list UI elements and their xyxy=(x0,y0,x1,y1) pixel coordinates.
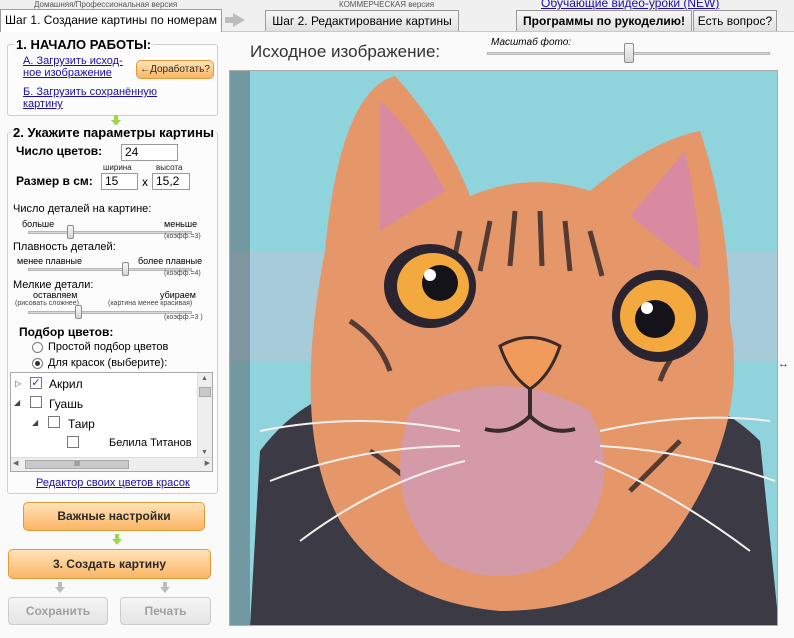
save-button[interactable]: Сохранить xyxy=(8,597,108,625)
load-saved-link[interactable]: Б. Загрузить сохранённую картину xyxy=(23,86,157,110)
radio-paints-label: Для красок (выберите): xyxy=(48,357,168,369)
load-image-line1: А. Загрузить исход- xyxy=(23,55,123,67)
scale-label: Масштаб фото: xyxy=(491,37,572,48)
tree-vscroll-thumb[interactable] xyxy=(199,387,211,397)
colors-count-input[interactable]: 24 xyxy=(121,144,178,161)
tree-checkbox-tair[interactable] xyxy=(48,416,60,428)
times-sign: x xyxy=(142,175,148,189)
home-pro-version-label: Домашняя/Профессиональная версия xyxy=(34,0,178,9)
tree-checkbox-guash[interactable] xyxy=(30,396,42,408)
details-left-label: больше xyxy=(22,219,55,229)
print-button[interactable]: Печать xyxy=(120,597,211,625)
down-arrow-icon xyxy=(55,582,65,593)
height-input[interactable]: 15,2 xyxy=(152,173,190,190)
color-editor-link[interactable]: Редактор своих цветов красок xyxy=(36,477,190,489)
radio-paints[interactable] xyxy=(32,358,43,369)
details-coef: (коэфф.=3) xyxy=(164,233,201,240)
height-label: высота xyxy=(156,163,183,172)
params-title: 2. Укажите параметры картины xyxy=(11,125,216,140)
tree-hscroll-thumb[interactable]: III xyxy=(25,460,129,469)
smooth-coef: (коэфф.=4) xyxy=(164,270,201,277)
expand-icon[interactable]: ▷ xyxy=(15,379,21,388)
tree-checkbox-akril[interactable]: ✓ xyxy=(30,377,42,389)
details-slider-thumb[interactable] xyxy=(67,225,75,239)
smooth-right-label: более плавные xyxy=(138,256,203,266)
load-saved-line2: картину xyxy=(23,98,63,110)
tab-programs[interactable]: Программы по рукоделию! xyxy=(516,10,692,31)
tree-item-titan-white[interactable]: Белила Титанов xyxy=(109,437,192,449)
tree-horizontal-scrollbar[interactable]: ◀ III ▶ xyxy=(11,457,212,471)
scroll-right-icon[interactable]: ▶ xyxy=(205,459,210,467)
scroll-up-icon[interactable]: ▲ xyxy=(201,375,208,382)
tree-vertical-scrollbar[interactable]: ▲ ▼ xyxy=(197,373,212,458)
tree-item-akril[interactable]: Акрил xyxy=(49,377,83,391)
tree-checkbox-titan-white[interactable] xyxy=(67,436,79,448)
down-arrow-icon xyxy=(112,534,122,545)
width-input[interactable]: 15 xyxy=(101,173,138,190)
small-right-label: убираем xyxy=(160,290,196,300)
scale-slider-thumb[interactable] xyxy=(623,43,634,63)
load-saved-line1: Б. Загрузить сохранённую xyxy=(23,86,158,98)
resize-handle-icon[interactable]: ↔ xyxy=(778,358,789,370)
load-image-link[interactable]: А. Загрузить исход- ное изображение xyxy=(23,55,123,79)
radio-simple[interactable] xyxy=(32,342,43,353)
size-label: Размер в см: xyxy=(16,174,93,188)
down-arrow-icon xyxy=(160,582,170,593)
source-image-title: Исходное изображение: xyxy=(250,42,441,61)
small-left-note: (рисовать сложнее) xyxy=(15,300,79,307)
refine-button[interactable]: ←Доработать? xyxy=(136,60,214,79)
small-slider-thumb[interactable] xyxy=(75,305,83,319)
commercial-version-label: КОММЕРЧЕСКАЯ версия xyxy=(339,0,435,9)
important-settings-button[interactable]: Важные настройки xyxy=(23,502,205,531)
scroll-down-icon[interactable]: ▼ xyxy=(201,449,208,456)
colors-count-label: Число цветов: xyxy=(16,144,103,158)
width-label: ширина xyxy=(103,163,132,172)
colors-pick-label: Подбор цветов: xyxy=(19,325,114,339)
collapse-icon[interactable]: ◢ xyxy=(32,418,38,427)
video-tutorials-link[interactable]: Обучающие видео-уроки (NEW) xyxy=(541,0,719,10)
small-right-note: (картина менее красивая) xyxy=(108,300,193,307)
radio-simple-label: Простой подбор цветов xyxy=(48,341,169,353)
tab-step2[interactable]: Шаг 2. Редактирование картины xyxy=(265,10,459,31)
tree-item-guash[interactable]: Гуашь xyxy=(49,397,83,411)
tab-step1[interactable]: Шаг 1. Создание картины по номерам xyxy=(0,9,222,32)
load-image-line2: ное изображение xyxy=(23,67,112,79)
scroll-left-icon[interactable]: ◀ xyxy=(13,459,18,467)
details-label: Число деталей на картине: xyxy=(13,203,152,215)
left-panel: 1. НАЧАЛО РАБОТЫ: А. Загрузить исход- но… xyxy=(0,32,222,638)
source-photo xyxy=(229,70,778,626)
smooth-slider-thumb[interactable] xyxy=(122,262,130,276)
smooth-label: Плавность деталей: xyxy=(13,241,116,253)
details-right-label: меньше xyxy=(164,219,198,229)
create-picture-button[interactable]: 3. Создать картину xyxy=(8,549,211,579)
top-bar: Домашняя/Профессиональная версия КОММЕРЧ… xyxy=(0,0,794,32)
cat-image xyxy=(230,71,777,625)
small-coef: (коэфф.=3 ) xyxy=(164,314,203,321)
collapse-icon[interactable]: ◢ xyxy=(14,398,20,407)
smooth-left-label: менее плавные xyxy=(17,256,83,266)
tab-question[interactable]: Есть вопрос? xyxy=(693,10,777,31)
small-left-label: оставляем xyxy=(33,290,78,300)
paints-tree[interactable]: ▷ ✓ Акрил ◢ Гуашь ◢ Таир Белила Титанов … xyxy=(10,372,213,472)
start-title: 1. НАЧАЛО РАБОТЫ: xyxy=(14,37,154,52)
arrow-right-icon xyxy=(225,13,245,27)
tree-item-tair[interactable]: Таир xyxy=(68,417,95,431)
